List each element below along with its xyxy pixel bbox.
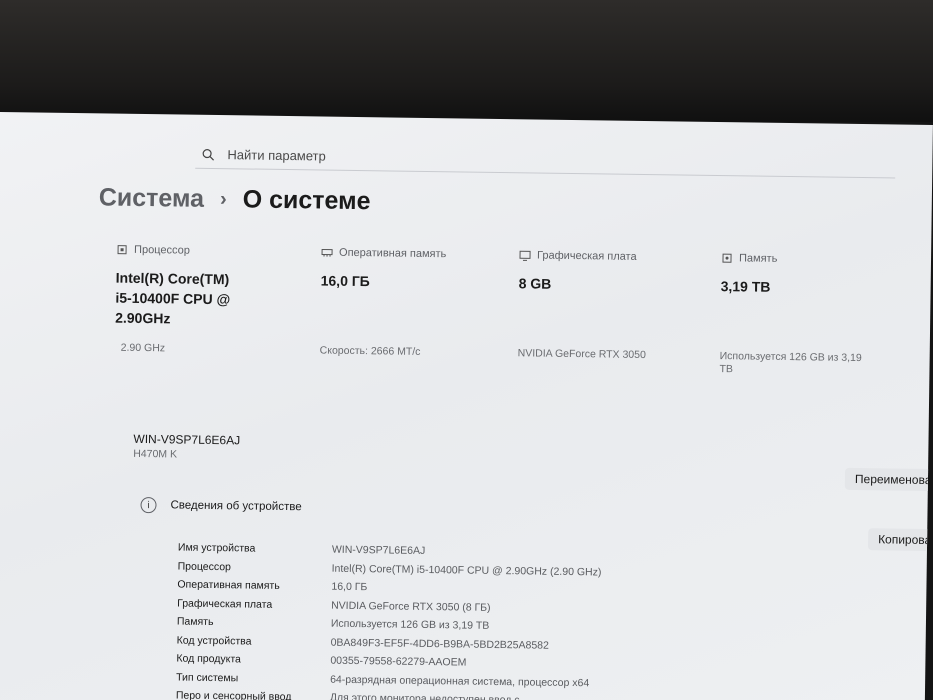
cpu-icon [117,245,127,255]
spec-processor-label: Процессор [134,243,190,257]
monitor-bezel [0,0,933,122]
spec-gpu-sub: NVIDIA GeForce RTX 3050 [517,347,646,362]
spec-row-label: Тип системы [176,671,239,685]
spec-memory-sub: Скорость: 2666 МТ/с [319,344,421,358]
breadcrumb: Система › О системе [99,183,371,216]
spec-row-value: NVIDIA GeForce RTX 3050 (8 ГБ) [331,599,491,614]
spec-processor-sub: 2.90 GHz [120,341,166,355]
spec-row-label: Память [176,615,214,629]
spec-gpu-value: 8 GB [518,275,552,292]
chevron-right-icon: › [219,188,227,211]
spec-row-value: 64-разрядная операционная система, проце… [330,673,590,690]
info-icon: i [140,497,157,514]
spec-row-value: 0BA849F3-EF5F-4DD6-B9BA-5BD2B25A8582 [330,636,549,652]
breadcrumb-system-link[interactable]: Система [99,183,205,213]
spec-row-value: 16,0 ГБ [331,580,368,594]
spec-memory-value: 16,0 ГБ [320,272,370,290]
spec-storage-sub: Используется 126 GB из 3,19 TB [719,350,862,376]
device-specs-list: Имя устройства WIN-V9SP7L6E6AJ Процессор… [176,539,878,700]
spec-row-label: Оперативная память [177,578,280,593]
memory-icon [321,249,333,257]
spec-row-label: Процессор [177,560,232,574]
spec-gpu: Графическая плата 8 GB NVIDIA GeForce RT… [518,249,710,362]
storage-icon [722,253,732,263]
page-title: О системе [242,185,371,216]
spec-storage-value: 3,19 TB [720,278,771,295]
spec-row-value: 00355-79558-62279-AAOEM [330,654,467,669]
spec-processor: Процессор Intel(R) Core(TM) i5-10400F CP… [115,243,306,354]
search-icon [202,148,215,161]
spec-processor-value: Intel(R) Core(TM) i5-10400F CPU @ 2.90GH… [115,269,231,327]
spec-memory: Оперативная память 16,0 ГБ Скорость: 266… [320,246,512,358]
search-input[interactable] [227,147,828,171]
device-specs-header[interactable]: i Сведения об устройстве [140,497,302,515]
spec-row-label: Код устройства [176,634,252,648]
spec-gpu-label: Графическая плата [536,249,637,263]
spec-row-label: Код продукта [176,652,241,666]
spec-row-value: Используется 126 GB из 3,19 TB [330,617,490,633]
spec-row-value: WIN-V9SP7L6E6AJ [331,543,426,558]
spec-row-label: Имя устройства [177,541,256,555]
spec-memory-label: Оперативная память [338,246,447,261]
spec-cards: Процессор Intel(R) Core(TM) i5-10400F CP… [114,244,916,395]
device-model: H470M K [133,447,178,461]
spec-row-value: Для этого монитора недоступен ввод с [329,691,520,700]
device-specs-title: Сведения об устройстве [170,499,302,514]
gpu-icon [519,250,531,261]
spec-row-label: Графическая плата [177,597,273,611]
spec-storage-label: Память [738,252,778,265]
search-box[interactable] [195,140,896,179]
rename-button[interactable]: Переименова [844,467,933,492]
device-name: WIN-V9SP7L6E6AJ [133,431,241,448]
spec-row-label: Перо и сенсорный ввод [175,689,292,700]
spec-storage: Память 3,19 TB Используется 126 GB из 3,… [719,252,912,375]
settings-window: Система › О системе Процессор Intel(R) C… [0,112,933,700]
spec-row-value: Intel(R) Core(TM) i5-10400F CPU @ 2.90GH… [331,562,602,579]
